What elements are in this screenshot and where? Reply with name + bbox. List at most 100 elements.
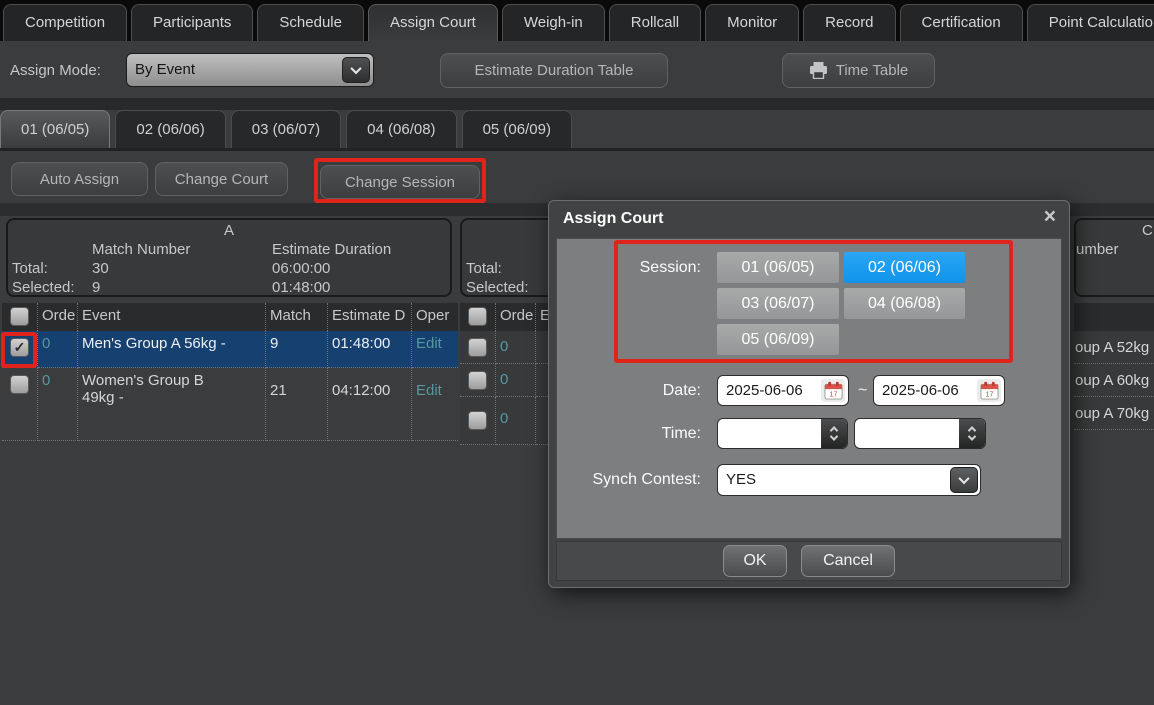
- chevron-down-icon[interactable]: [830, 432, 838, 440]
- session-tab-03[interactable]: 03 (06/07): [231, 110, 341, 148]
- calendar-icon[interactable]: 17: [821, 379, 845, 402]
- col-estimate: Estimate D: [328, 303, 412, 331]
- row-order: 0: [38, 368, 78, 441]
- tab-competition[interactable]: Competition: [3, 4, 127, 41]
- assign-mode-label: Assign Mode:: [10, 62, 101, 79]
- row-event: Men's Group A 56kg -: [78, 331, 266, 368]
- table-row[interactable]: oup A 60kg: [1074, 364, 1154, 397]
- date-from-value: 2025-06-06: [726, 376, 803, 405]
- row-edit-link[interactable]: Edit: [412, 368, 458, 441]
- dialog-session-option-02[interactable]: 02 (06/06): [844, 252, 965, 283]
- assign-mode-value: By Event: [135, 54, 195, 86]
- row-checkbox-checked[interactable]: ✓: [10, 338, 29, 357]
- change-session-button[interactable]: Change Session: [320, 165, 480, 199]
- col-order: Orde: [496, 303, 536, 331]
- tab-weigh-in[interactable]: Weigh-in: [502, 4, 605, 41]
- date-label: Date:: [617, 382, 701, 400]
- row-order: 0: [496, 331, 536, 364]
- dialog-session-option-04[interactable]: 04 (06/08): [844, 288, 965, 319]
- date-from-field[interactable]: 2025-06-06 17: [717, 375, 849, 406]
- estimate-duration-table-button[interactable]: Estimate Duration Table: [440, 53, 668, 88]
- assign-mode-select[interactable]: By Event: [126, 53, 374, 87]
- table-row[interactable]: ✓ 0 Men's Group A 56kg - 9 01:48:00 Edit: [2, 331, 458, 368]
- time-table-button[interactable]: Time Table: [782, 53, 935, 88]
- court-c-summary-panel: C umber: [1074, 218, 1154, 297]
- row-estimate: 01:48:00: [328, 331, 412, 368]
- auto-assign-label: Auto Assign: [40, 171, 119, 188]
- tab-certification[interactable]: Certification: [900, 4, 1023, 41]
- row-event: oup A 52kg: [1074, 331, 1154, 364]
- tab-monitor[interactable]: Monitor: [705, 4, 799, 41]
- row-match: 9: [266, 331, 328, 368]
- assign-court-screen: { "colors": { "accent_blue": "#1b9ef0", …: [0, 0, 1154, 705]
- dialog-session-option-01[interactable]: 01 (06/05): [717, 252, 839, 283]
- table-row[interactable]: 0 Women's Group B 49kg - 21 04:12:00 Edi…: [2, 368, 458, 441]
- time-table-label: Time Table: [836, 62, 909, 79]
- tab-rollcall[interactable]: Rollcall: [609, 4, 701, 41]
- total-match-number: 30: [92, 260, 109, 277]
- tab-schedule[interactable]: Schedule: [257, 4, 364, 41]
- chevron-down-icon: [350, 63, 361, 74]
- tab-point-calculation[interactable]: Point Calculation: [1027, 4, 1154, 41]
- select-all-checkbox-b[interactable]: [468, 307, 487, 326]
- time-label: Time:: [617, 425, 701, 443]
- svg-text:17: 17: [829, 391, 837, 399]
- row-checkbox[interactable]: [468, 338, 487, 357]
- session-tab-01[interactable]: 01 (06/05): [0, 110, 110, 148]
- close-icon[interactable]: ×: [1044, 206, 1056, 227]
- row-event: Women's Group B 49kg -: [82, 372, 232, 406]
- court-a-summary-panel: A Match Number Estimate Duration Total: …: [6, 218, 452, 297]
- session-tab-underline: [0, 148, 1154, 151]
- cancel-button[interactable]: Cancel: [801, 545, 895, 577]
- row-estimate: 04:12:00: [328, 368, 412, 441]
- time-spinner[interactable]: [821, 419, 847, 448]
- tab-record[interactable]: Record: [803, 4, 895, 41]
- table-row[interactable]: oup A 70kg: [1074, 397, 1154, 430]
- estimate-duration-label: Estimate Duration: [272, 241, 391, 258]
- synch-contest-value: YES: [726, 465, 756, 495]
- dialog-footer: OK Cancel: [556, 541, 1062, 581]
- session-tab-04[interactable]: 04 (06/08): [346, 110, 456, 148]
- session-tab-05[interactable]: 05 (06/09): [462, 110, 572, 148]
- tab-participants[interactable]: Participants: [131, 4, 253, 41]
- chevron-down-icon[interactable]: [968, 432, 976, 440]
- assign-mode-dropdown-button[interactable]: [342, 57, 370, 83]
- time-from-field[interactable]: [717, 418, 848, 449]
- row-checkbox[interactable]: [468, 371, 487, 390]
- synch-contest-dropdown-button[interactable]: [950, 467, 978, 493]
- dialog-body: Session: 01 (06/05) 02 (06/06) 03 (06/07…: [556, 238, 1062, 539]
- time-to-field[interactable]: [854, 418, 986, 449]
- tab-assign-court[interactable]: Assign Court: [368, 4, 498, 41]
- row-checkbox[interactable]: [10, 375, 29, 394]
- selected-label: Selected:: [466, 279, 529, 296]
- selected-label: Selected:: [12, 279, 75, 296]
- table-row[interactable]: oup A 52kg: [1074, 331, 1154, 364]
- total-label: Total:: [466, 260, 502, 277]
- time-spinner[interactable]: [959, 419, 985, 448]
- change-session-label: Change Session: [345, 174, 455, 191]
- row-match: 21: [266, 368, 328, 441]
- date-to-field[interactable]: 2025-06-06 17: [873, 375, 1005, 406]
- printer-icon: [809, 62, 828, 79]
- ok-button[interactable]: OK: [723, 545, 787, 577]
- assign-court-dialog: Assign Court × Session: 01 (06/05) 02 (0…: [548, 200, 1070, 588]
- estimate-duration-table-label: Estimate Duration Table: [475, 62, 634, 79]
- court-c-letter: C: [1142, 222, 1153, 239]
- dialog-session-option-03[interactable]: 03 (06/07): [717, 288, 839, 319]
- change-court-button[interactable]: Change Court: [155, 162, 288, 196]
- top-nav: Competition Participants Schedule Assign…: [0, 0, 1154, 41]
- section-divider: [0, 98, 1154, 110]
- row-checkbox[interactable]: [468, 411, 487, 430]
- row-edit-link[interactable]: Edit: [412, 331, 458, 368]
- synch-contest-select[interactable]: YES: [717, 464, 981, 496]
- dialog-session-option-05[interactable]: 05 (06/09): [717, 324, 839, 355]
- match-number-label: Match Number: [92, 241, 190, 258]
- court-a-letter: A: [8, 222, 450, 239]
- calendar-icon[interactable]: 17: [977, 379, 1001, 402]
- match-number-label-fragment: umber: [1076, 241, 1119, 258]
- session-tab-02[interactable]: 02 (06/06): [115, 110, 225, 148]
- auto-assign-button[interactable]: Auto Assign: [11, 162, 148, 196]
- row-event: oup A 70kg: [1074, 397, 1154, 430]
- col-match: Match: [266, 303, 328, 331]
- select-all-checkbox-a[interactable]: [10, 307, 29, 326]
